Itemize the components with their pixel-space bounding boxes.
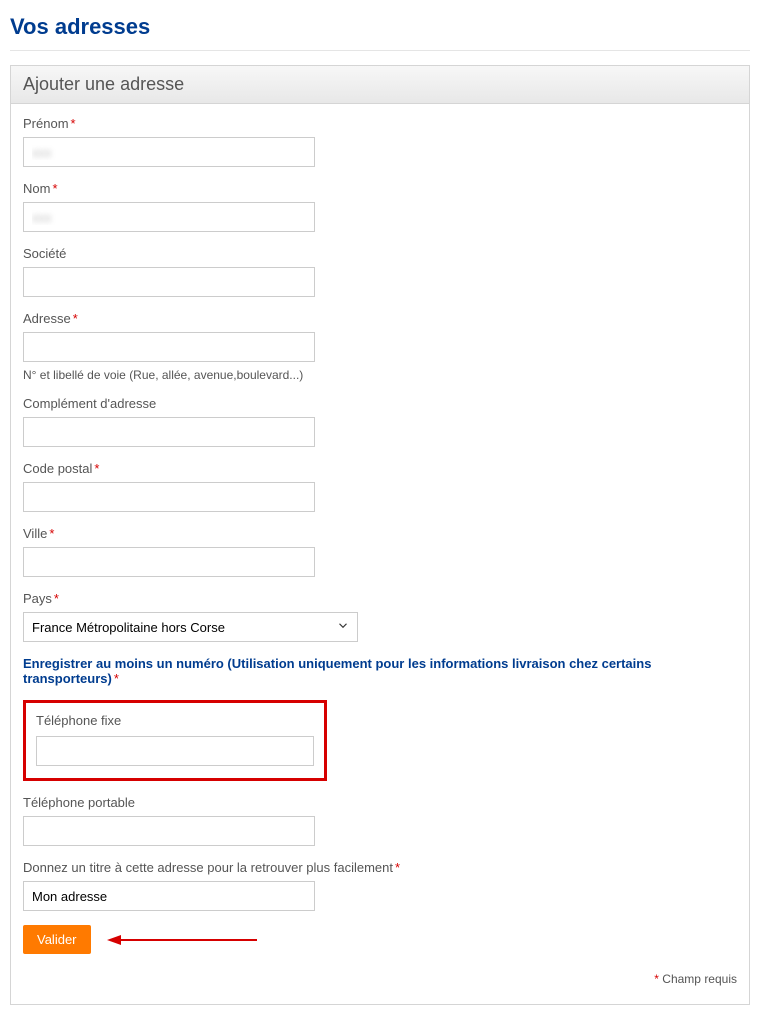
label-postal-code: Code postal* xyxy=(23,461,737,476)
field-first-name: Prénom* xyxy=(23,116,737,167)
field-last-name: Nom* xyxy=(23,181,737,232)
label-city: Ville* xyxy=(23,526,737,541)
label-address-title: Donnez un titre à cette adresse pour la … xyxy=(23,860,737,875)
input-postal-code[interactable] xyxy=(23,482,315,512)
panel-header: Ajouter une adresse xyxy=(11,66,749,104)
hint-address: N° et libellé de voie (Rue, allée, avenu… xyxy=(23,368,737,382)
field-country: Pays* France Métropolitaine hors Corse xyxy=(23,591,737,642)
phone-fixed-highlight: Téléphone fixe xyxy=(23,700,327,781)
label-country: Pays* xyxy=(23,591,737,606)
field-address-title: Donnez un titre à cette adresse pour la … xyxy=(23,860,737,911)
input-address-title[interactable] xyxy=(23,881,315,911)
address-panel: Ajouter une adresse Prénom* Nom* Société… xyxy=(10,65,750,1005)
field-city: Ville* xyxy=(23,526,737,577)
field-postal-code: Code postal* xyxy=(23,461,737,512)
field-address: Adresse* N° et libellé de voie (Rue, all… xyxy=(23,311,737,382)
label-address: Adresse* xyxy=(23,311,737,326)
select-country[interactable]: France Métropolitaine hors Corse xyxy=(23,612,358,642)
label-phone-fixed: Téléphone fixe xyxy=(36,713,314,728)
input-city[interactable] xyxy=(23,547,315,577)
label-address-complement: Complément d'adresse xyxy=(23,396,737,411)
address-form: Prénom* Nom* Société Adresse* N° et libe… xyxy=(11,104,749,954)
field-phone-mobile: Téléphone portable xyxy=(23,795,737,846)
label-company: Société xyxy=(23,246,737,261)
label-first-name: Prénom* xyxy=(23,116,737,131)
annotation-arrow-icon xyxy=(107,932,257,948)
input-last-name[interactable] xyxy=(23,202,315,232)
label-phone-mobile: Téléphone portable xyxy=(23,795,737,810)
field-company: Société xyxy=(23,246,737,297)
input-address-complement[interactable] xyxy=(23,417,315,447)
field-address-complement: Complément d'adresse xyxy=(23,396,737,447)
input-phone-fixed[interactable] xyxy=(36,736,314,766)
input-address[interactable] xyxy=(23,332,315,362)
phone-section-note: Enregistrer au moins un numéro (Utilisat… xyxy=(23,656,737,686)
label-last-name: Nom* xyxy=(23,181,737,196)
input-phone-mobile[interactable] xyxy=(23,816,315,846)
validate-button[interactable]: Valider xyxy=(23,925,91,954)
page-title: Vos adresses xyxy=(10,8,750,51)
input-company[interactable] xyxy=(23,267,315,297)
input-first-name[interactable] xyxy=(23,137,315,167)
submit-row: Valider xyxy=(23,925,737,954)
required-footer: * Champ requis xyxy=(11,954,749,990)
